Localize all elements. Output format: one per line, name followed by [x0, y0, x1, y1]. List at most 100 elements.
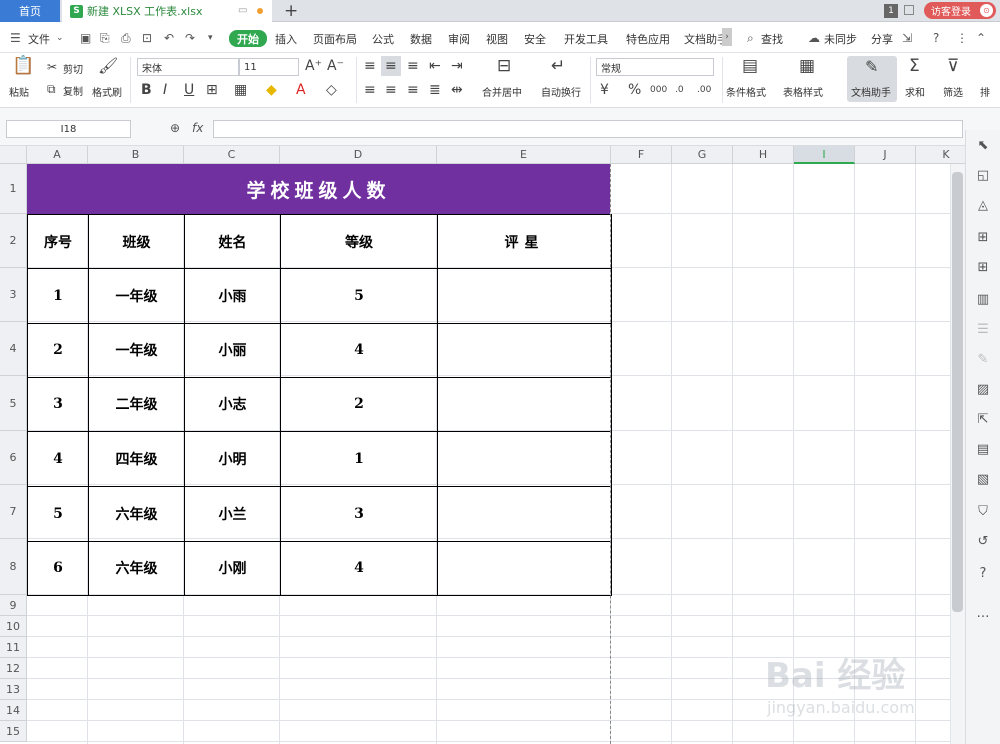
row-header-10[interactable]: 10: [0, 616, 27, 637]
hamburger-menu-icon[interactable]: ☰: [10, 31, 21, 45]
table-cell[interactable]: 4: [27, 431, 89, 488]
column-header-a[interactable]: A: [27, 146, 88, 164]
copy-icon[interactable]: ⧉: [47, 82, 56, 96]
customize-icon[interactable]: ▾: [208, 33, 213, 43]
more-options-icon[interactable]: …: [975, 606, 991, 621]
scroll-right-icon[interactable]: ›: [722, 28, 732, 46]
filter-button[interactable]: 筛选: [943, 84, 963, 99]
conditional-format-icon[interactable]: ▤: [742, 58, 758, 75]
tab-formula[interactable]: 公式: [372, 31, 394, 47]
share-out-icon[interactable]: ⇱: [975, 412, 991, 427]
table-cell[interactable]: 小雨: [184, 268, 281, 324]
scissors-icon[interactable]: ✂: [47, 60, 57, 74]
sort-button[interactable]: 排: [980, 84, 990, 99]
scrollbar-thumb[interactable]: [952, 172, 963, 612]
row-header-9[interactable]: 9: [0, 595, 27, 616]
tab-home[interactable]: 首页: [0, 0, 60, 22]
table-cell[interactable]: [437, 540, 612, 597]
sum-button[interactable]: 求和: [905, 84, 925, 99]
decrease-indent-icon[interactable]: ⇤: [429, 59, 441, 73]
header-cell[interactable]: 序号: [27, 213, 89, 270]
help-icon[interactable]: ?: [933, 31, 939, 45]
export-icon[interactable]: ⇲: [902, 31, 912, 45]
table-style-button[interactable]: 表格样式: [783, 84, 823, 99]
sheet-title-cell[interactable]: 学校班级人数: [27, 164, 610, 214]
row-header-7[interactable]: 7: [0, 485, 27, 539]
table-cell[interactable]: [437, 486, 612, 542]
eraser-icon[interactable]: ◇: [326, 83, 337, 97]
increase-font-icon[interactable]: A⁺: [305, 59, 322, 73]
table-cell[interactable]: [437, 322, 612, 378]
copy-button[interactable]: 复制: [63, 83, 83, 98]
cut-button[interactable]: 剪切: [63, 61, 83, 76]
window-count-badge[interactable]: 1: [884, 4, 898, 18]
select-all-corner[interactable]: [0, 146, 27, 164]
table-cell[interactable]: 6: [27, 540, 89, 597]
row-header-2[interactable]: 2: [0, 214, 27, 268]
underline-icon[interactable]: U: [184, 83, 194, 97]
tab-security[interactable]: 安全: [524, 31, 546, 47]
menu-file[interactable]: 文件: [28, 31, 50, 47]
shapes-icon[interactable]: ◱: [975, 168, 991, 183]
sum-icon[interactable]: Σ: [909, 58, 920, 75]
fx-icon[interactable]: fx: [192, 121, 203, 135]
bold-icon[interactable]: B: [141, 83, 152, 97]
column-header-h[interactable]: H: [733, 146, 794, 164]
table-cell[interactable]: 1: [27, 268, 89, 324]
column-header-b[interactable]: B: [88, 146, 184, 164]
unsync-label[interactable]: 未同步: [824, 31, 857, 47]
print-preview-icon[interactable]: ⊡: [142, 31, 152, 45]
share-doc-icon[interactable]: ⎘: [100, 31, 110, 46]
row-header-5[interactable]: 5: [0, 376, 27, 431]
align-bottom-icon[interactable]: ≡: [407, 59, 419, 73]
number-format-select[interactable]: 常规: [596, 58, 714, 76]
share-button[interactable]: 分享: [871, 31, 893, 47]
tab-insert[interactable]: 插入: [275, 31, 297, 47]
table-cell[interactable]: 四年级: [88, 431, 185, 488]
decrease-decimal-icon[interactable]: .00: [697, 83, 711, 97]
increase-indent-icon[interactable]: ⇥: [451, 59, 463, 73]
table-cell[interactable]: 4: [280, 540, 438, 597]
paste-button[interactable]: 粘贴: [9, 84, 29, 99]
header-cell[interactable]: 姓名: [184, 213, 281, 270]
table-cell[interactable]: 2: [280, 376, 438, 433]
table-icon[interactable]: ⊞: [975, 230, 991, 245]
header-cell[interactable]: 等级: [280, 213, 438, 270]
tab-data[interactable]: 数据: [410, 31, 432, 47]
italic-icon[interactable]: I: [163, 83, 167, 97]
row-header-11[interactable]: 11: [0, 637, 27, 658]
history-icon[interactable]: ↺: [975, 534, 991, 549]
table-cell[interactable]: 1: [280, 431, 438, 488]
row-header-4[interactable]: 4: [0, 322, 27, 376]
redo-icon[interactable]: ↷: [185, 31, 195, 45]
column-header-g[interactable]: G: [672, 146, 733, 164]
align-right-icon[interactable]: ≡: [407, 83, 419, 97]
shield-icon[interactable]: ⛉: [975, 504, 991, 519]
login-button[interactable]: 访客登录 ⊙: [924, 2, 996, 19]
table-cell[interactable]: 3: [27, 376, 89, 433]
doc-assistant-button[interactable]: ✎ 文档助手: [847, 56, 897, 102]
print-icon[interactable]: ⎙: [121, 31, 131, 46]
filter-icon[interactable]: ⊽: [947, 58, 959, 75]
search-label[interactable]: 查找: [761, 31, 783, 47]
new-tab-button[interactable]: +: [284, 1, 298, 21]
tab-review[interactable]: 审阅: [448, 31, 470, 47]
align-left-icon[interactable]: ≡: [364, 83, 376, 97]
save-icon[interactable]: ▣: [80, 31, 91, 45]
percent-icon[interactable]: %: [628, 83, 641, 97]
table-cell[interactable]: 二年级: [88, 376, 185, 433]
row-header-1[interactable]: 1: [0, 164, 27, 214]
monitor-icon[interactable]: ▭: [238, 5, 247, 16]
table-cell[interactable]: 六年级: [88, 540, 185, 597]
font-size-select[interactable]: 11: [239, 58, 299, 76]
column-header-k[interactable]: K: [916, 146, 965, 164]
table-cell[interactable]: 3: [280, 486, 438, 542]
align-center-icon[interactable]: ≡: [385, 83, 397, 97]
tab-special-apps[interactable]: 特色应用: [626, 31, 670, 47]
column-header-f[interactable]: F: [611, 146, 672, 164]
conditional-format-button[interactable]: 条件格式: [726, 84, 766, 99]
row-header-12[interactable]: 12: [0, 658, 27, 679]
header-cell[interactable]: 评星: [437, 213, 612, 270]
distribute-icon[interactable]: ⇹: [451, 83, 463, 97]
paste-icon[interactable]: 📋: [12, 57, 34, 75]
